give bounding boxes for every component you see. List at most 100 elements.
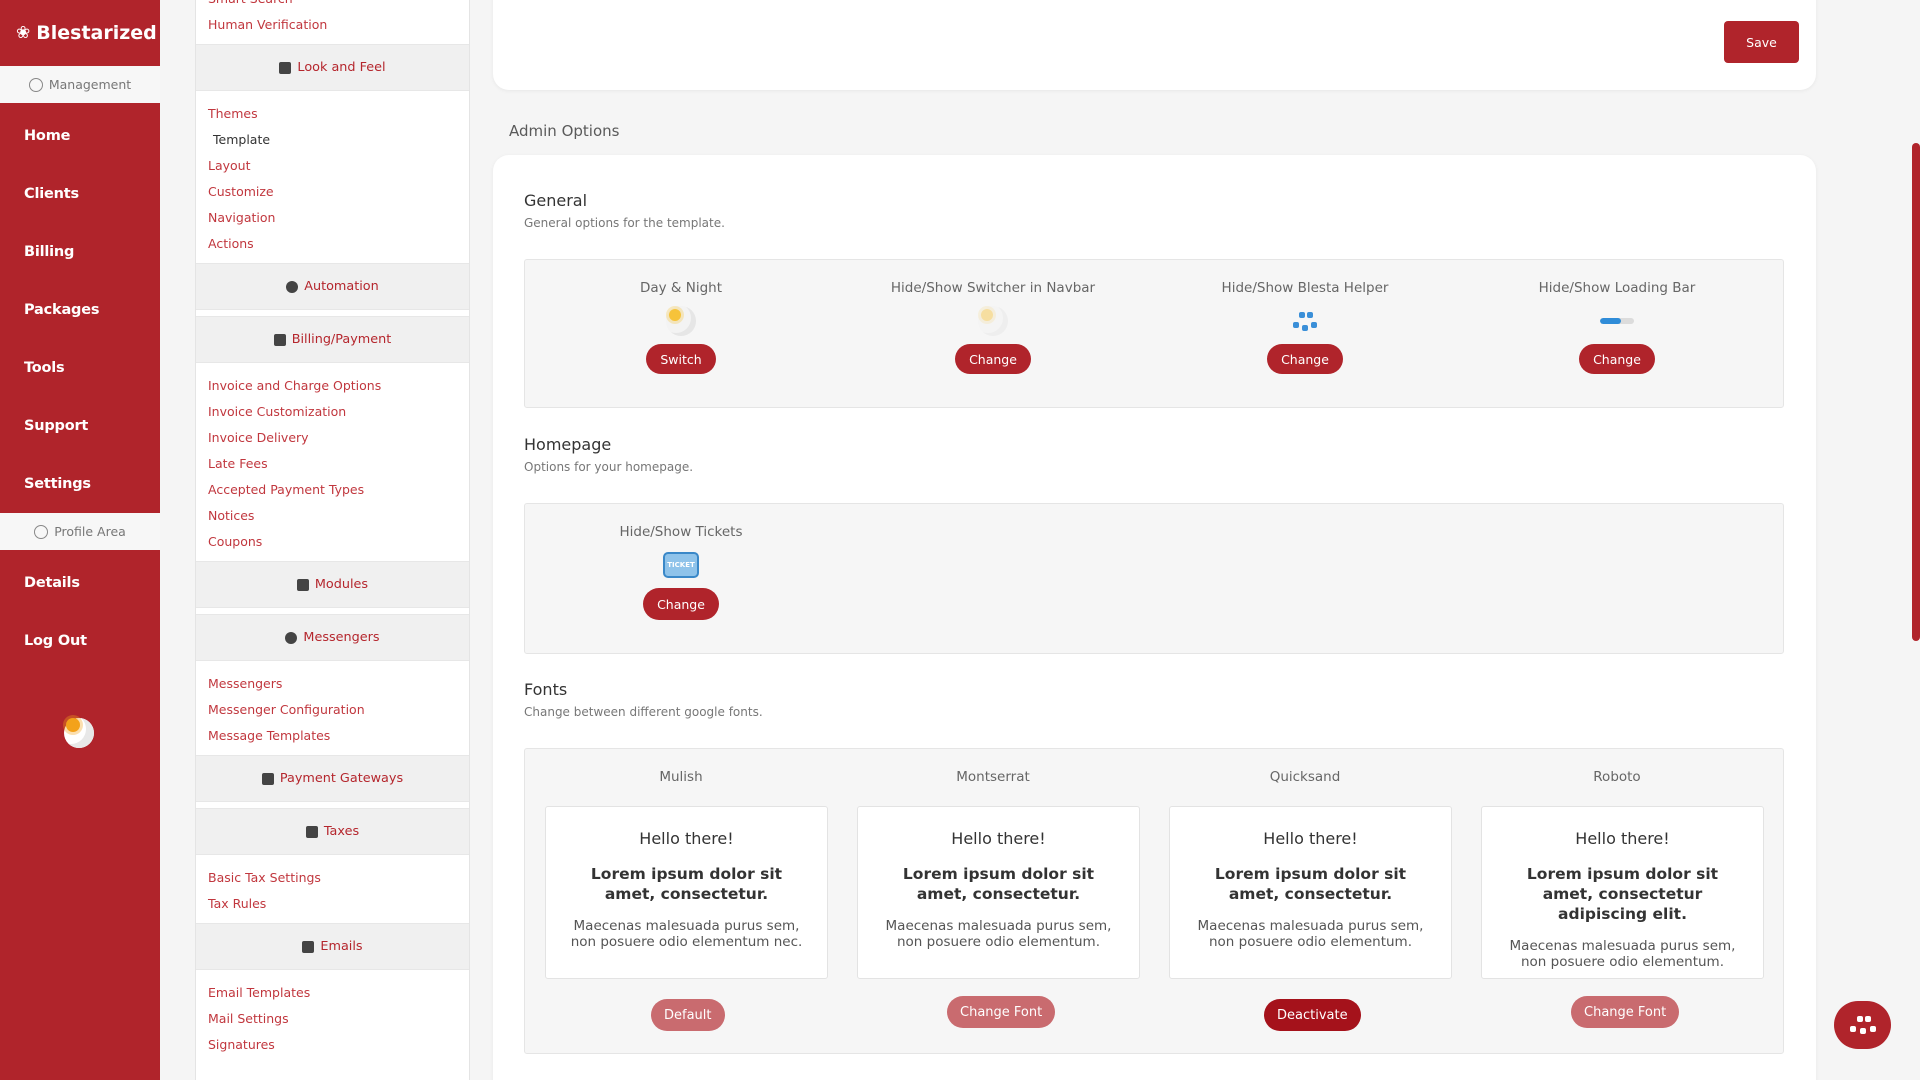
helper-face-icon	[1291, 310, 1319, 332]
helper-chat-button[interactable]	[1834, 1001, 1891, 1049]
brand-logo[interactable]: ❀ Blestarized	[0, 0, 160, 66]
font-preview-montserrat[interactable]: Hello there! Lorem ipsum dolor sit amet,…	[857, 806, 1140, 979]
sidebar-nav: Home Clients Billing Packages Tools Supp…	[0, 103, 160, 513]
fonts-subtitle: Change between different google fonts.	[524, 705, 763, 719]
font-preview-roboto[interactable]: Hello there! Lorem ipsum dolor sit amet,…	[1481, 806, 1764, 979]
user-circle-icon	[34, 524, 49, 539]
sidebar-item-tools[interactable]: Tools	[0, 339, 160, 397]
day-night-toggle-icon[interactable]	[64, 718, 94, 748]
font-name-mulish: Mulish	[659, 769, 703, 785]
font-name-montserrat: Montserrat	[956, 769, 1030, 785]
submenu-link-layout[interactable]: Layout	[196, 153, 469, 179]
option-switcher-navbar: Hide/Show Switcher in Navbar Change	[837, 260, 1149, 374]
option-blesta-helper: Hide/Show Blesta Helper Change	[1149, 260, 1461, 374]
helper-face-icon	[1849, 1016, 1877, 1034]
option-tickets: Hide/Show Tickets TICKET Change	[525, 504, 837, 620]
option-loading-bar: Hide/Show Loading Bar Change	[1461, 260, 1773, 374]
brand-icon: ❀	[16, 23, 31, 43]
submenu-link-smart-search[interactable]: Smart Search	[196, 0, 469, 12]
font-default-button[interactable]: Default	[651, 999, 725, 1031]
submenu-header-billing[interactable]: Billing/Payment	[196, 316, 469, 363]
sidebar-item-support[interactable]: Support	[0, 397, 160, 455]
sidebar-item-packages[interactable]: Packages	[0, 281, 160, 339]
submenu-header-look-and-feel[interactable]: Look and Feel	[196, 44, 469, 91]
settings-card: Save	[493, 0, 1816, 90]
submenu-link-accepted-payment-types[interactable]: Accepted Payment Types	[196, 477, 469, 503]
profile-section-label: Profile Area	[0, 513, 160, 550]
sidebar-item-billing[interactable]: Billing	[0, 223, 160, 281]
submenu-link-themes[interactable]: Themes	[196, 101, 469, 127]
fonts-title: Fonts	[524, 680, 568, 699]
brand-name: Blestarized	[36, 22, 157, 44]
admin-options-card: General General options for the template…	[493, 155, 1816, 1080]
font-change-roboto-button[interactable]: Change Font	[1571, 996, 1680, 1028]
loading-bar-icon	[1600, 318, 1634, 324]
sidebar-item-details[interactable]: Details	[0, 554, 160, 612]
font-name-roboto: Roboto	[1593, 769, 1641, 785]
submenu-link-customize[interactable]: Customize	[196, 179, 469, 205]
submenu-link-late-fees[interactable]: Late Fees	[196, 451, 469, 477]
submenu-link-notices[interactable]: Notices	[196, 503, 469, 529]
sidebar-item-home[interactable]: Home	[0, 107, 160, 165]
font-name-quicksand: Quicksand	[1269, 769, 1341, 785]
submenu-link-messengers[interactable]: Messengers	[196, 671, 469, 697]
fonts-options-box: Mulish Montserrat Quicksand Roboto Hello…	[524, 748, 1784, 1054]
submenu-link-invoice-delivery[interactable]: Invoice Delivery	[196, 425, 469, 451]
submenu-link-human-verification[interactable]: Human Verification	[196, 12, 469, 38]
profile-nav: Details Log Out	[0, 550, 160, 670]
general-subtitle: General options for the template.	[524, 216, 725, 230]
sun-moon-faded-icon	[978, 306, 1008, 336]
submenu-header-modules[interactable]: Modules	[196, 561, 469, 608]
homepage-subtitle: Options for your homepage.	[524, 460, 694, 474]
font-preview-quicksand[interactable]: Hello there! Lorem ipsum dolor sit amet,…	[1169, 806, 1452, 979]
envelope-icon	[302, 940, 315, 953]
submenu-link-message-templates[interactable]: Message Templates	[196, 723, 469, 749]
page-scrollbar[interactable]	[1912, 143, 1920, 641]
submenu-header-emails[interactable]: Emails	[196, 923, 469, 970]
submenu-link-invoice-charge-options[interactable]: Invoice and Charge Options	[196, 373, 469, 399]
puzzle-icon	[296, 578, 309, 591]
submenu-link-basic-tax-settings[interactable]: Basic Tax Settings	[196, 865, 469, 891]
change-switcher-button[interactable]: Change	[955, 344, 1031, 374]
homepage-options-box: Hide/Show Tickets TICKET Change	[524, 503, 1784, 654]
chat-icon	[285, 631, 298, 644]
change-helper-button[interactable]: Change	[1267, 344, 1343, 374]
save-button[interactable]: Save	[1724, 21, 1799, 63]
submenu-link-actions[interactable]: Actions	[196, 231, 469, 257]
gear-icon	[28, 77, 43, 92]
sidebar-item-settings[interactable]: Settings	[0, 455, 160, 513]
submenu-link-invoice-customization[interactable]: Invoice Customization	[196, 399, 469, 425]
submenu-link-tax-rules[interactable]: Tax Rules	[196, 891, 469, 917]
font-change-montserrat-button[interactable]: Change Font	[947, 996, 1056, 1028]
submenu-link-navigation[interactable]: Navigation	[196, 205, 469, 231]
font-deactivate-button[interactable]: Deactivate	[1264, 999, 1361, 1031]
sidebar-item-logout[interactable]: Log Out	[0, 612, 160, 670]
submenu-link-mail-settings[interactable]: Mail Settings	[196, 1006, 469, 1032]
sun-moon-icon	[666, 306, 696, 336]
bank-icon	[261, 772, 274, 785]
admin-options-title: Admin Options	[509, 122, 620, 140]
submenu-link-coupons[interactable]: Coupons	[196, 529, 469, 555]
management-section-label: Management	[0, 66, 160, 103]
submenu-link-signatures[interactable]: Signatures	[196, 1032, 469, 1058]
font-preview-mulish[interactable]: Hello there! Lorem ipsum dolor sit amet,…	[545, 806, 828, 979]
change-loading-bar-button[interactable]: Change	[1579, 344, 1655, 374]
switch-day-night-button[interactable]: Switch	[646, 344, 716, 374]
option-day-night: Day & Night Switch	[525, 260, 837, 374]
submenu-header-taxes[interactable]: Taxes	[196, 808, 469, 855]
homepage-title: Homepage	[524, 435, 612, 454]
submenu-header-automation[interactable]: Automation	[196, 263, 469, 310]
submenu-link-template[interactable]: Template	[196, 127, 469, 153]
submenu-header-payment-gateways[interactable]: Payment Gateways	[196, 755, 469, 802]
ticket-icon: TICKET	[663, 552, 699, 578]
calculator-icon	[273, 333, 286, 346]
submenu-link-email-templates[interactable]: Email Templates	[196, 980, 469, 1006]
submenu-link-messenger-configuration[interactable]: Messenger Configuration	[196, 697, 469, 723]
settings-submenu: Smart Search Human Verification Look and…	[195, 0, 470, 1080]
money-icon	[305, 825, 318, 838]
change-tickets-button[interactable]: Change	[643, 588, 719, 620]
clock-icon	[286, 280, 299, 293]
submenu-header-messengers[interactable]: Messengers	[196, 614, 469, 661]
sidebar-item-clients[interactable]: Clients	[0, 165, 160, 223]
general-title: General	[524, 191, 588, 210]
